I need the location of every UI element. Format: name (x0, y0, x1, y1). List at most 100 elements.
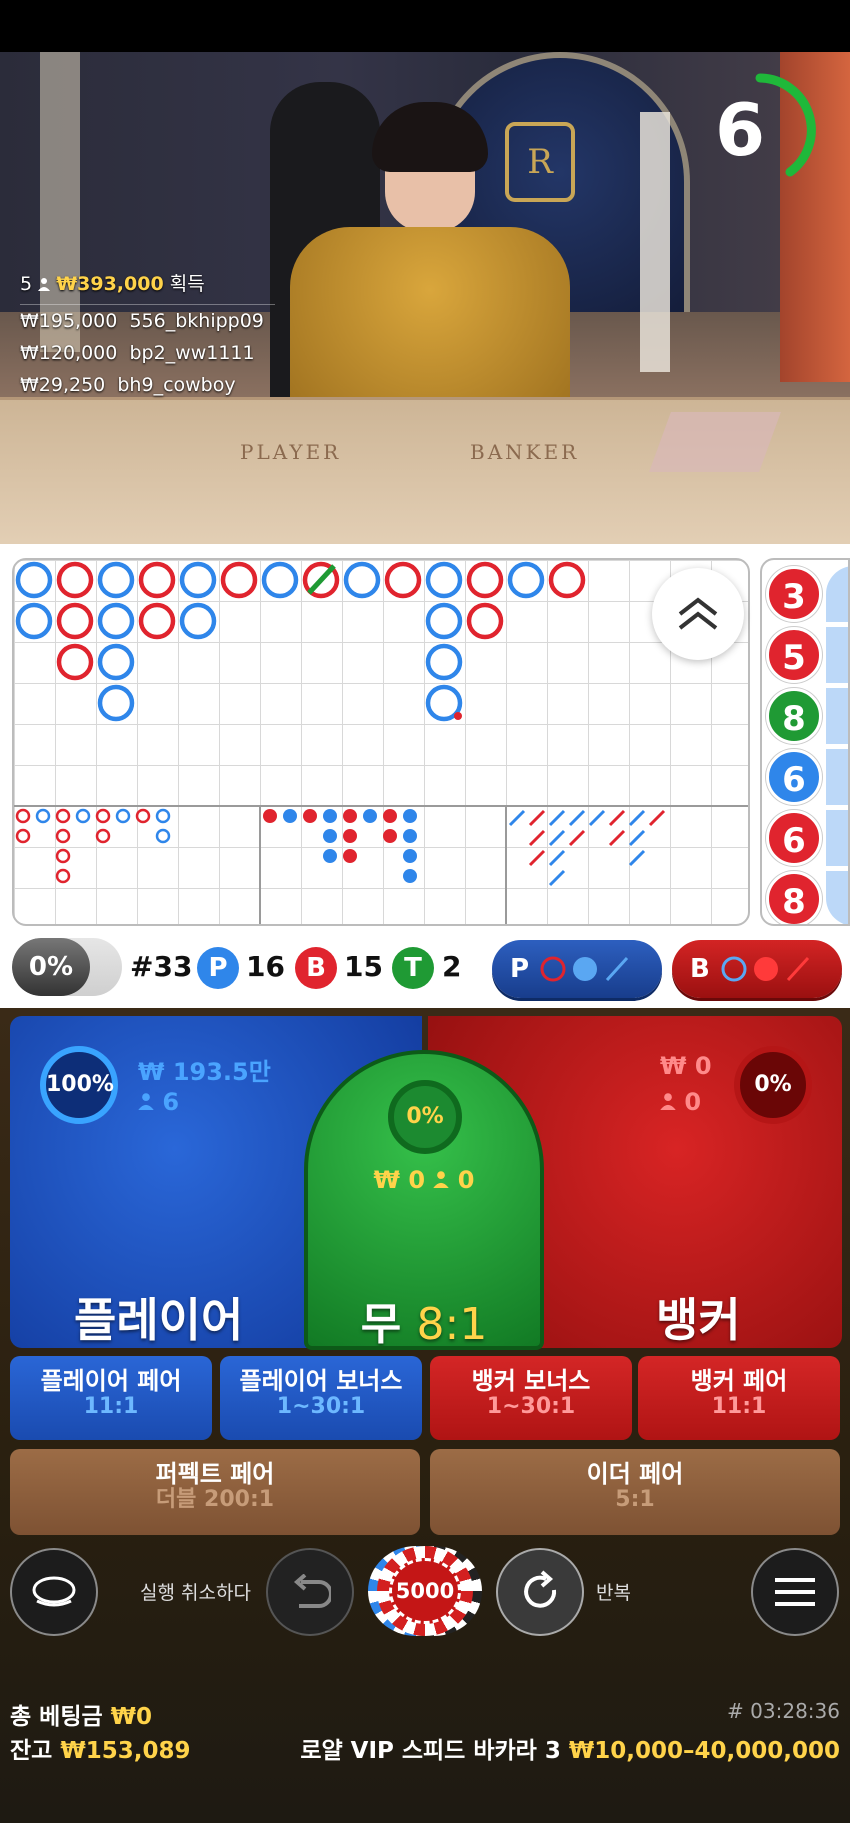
winner-user: 556_bkhipp09 (129, 310, 264, 332)
player-predict-button[interactable]: P (492, 940, 662, 998)
tie-label: 무 (360, 1299, 402, 1350)
banker-count-badge: B (295, 947, 337, 989)
big-road (14, 561, 748, 924)
either-pair-button[interactable]: 이더 페어 5:1 (430, 1449, 840, 1535)
result-ball: 6 (766, 810, 822, 866)
banker-label: 뱅커 (656, 1293, 741, 1347)
tie-bet-info: ₩ 0 0 (308, 1166, 540, 1194)
user-icon (433, 1171, 450, 1188)
user-icon (38, 269, 51, 291)
result-history: 3 5 8 6 6 8 (760, 558, 850, 926)
player-predict-label: P (510, 954, 530, 984)
result-ball: 8 (766, 688, 822, 744)
result-ball: 6 (766, 749, 822, 805)
redo-icon (524, 1570, 557, 1608)
round-number: #33 (130, 950, 193, 983)
winners-summary: 5 ₩393,000 획득 (20, 268, 280, 300)
repeat-label: 반복 (596, 1582, 631, 1604)
chip-value: 5000 (389, 1558, 461, 1624)
baccarat-screen: { "video": { "timer": "6", "winners_coun… (0, 0, 850, 1823)
winner-amount: ₩120,000 (20, 342, 118, 364)
chip-selector[interactable]: 5000 (368, 1546, 484, 1636)
user-icon (138, 1093, 154, 1110)
winners-total: ₩393,000 (56, 273, 164, 295)
player-label: 플레이어 (74, 1293, 244, 1347)
table-limits: ₩10,000–40,000,000 (568, 1738, 840, 1764)
winner-row: ₩120,000 bp2_ww1111 (20, 337, 280, 369)
table-player-text: PLAYER (240, 440, 342, 464)
player-bet-amount: ₩ 193.5만 (138, 1058, 271, 1086)
total-bet-value: ₩0 (110, 1704, 153, 1730)
banker-pair-odds: 11:1 (711, 1394, 767, 1419)
player-pair-label: 플레이어 페어 (40, 1367, 182, 1395)
countdown-timer: 6 (710, 60, 850, 200)
undo-icon (293, 1574, 331, 1608)
perfect-pair-button[interactable]: 퍼펙트 페어 더블 200:1 (10, 1449, 420, 1535)
banker-count: 15 (344, 950, 383, 983)
banker-bonus-odds: 1~30:1 (486, 1394, 576, 1419)
countdown-number: 6 (714, 88, 766, 172)
scoreboard-grid[interactable] (12, 558, 750, 926)
total-bet-label: 총 베팅금 (10, 1704, 103, 1730)
menu-button[interactable] (751, 1548, 839, 1636)
predict-symbols (721, 956, 809, 982)
result-ball: 3 (766, 566, 822, 622)
banker-predict-label: B (690, 954, 710, 984)
tie-bet-amount: ₩ 0 (373, 1166, 426, 1194)
game-id: # 03:28:36 (727, 1699, 840, 1723)
table-name: 로얄 VIP 스피드 바카라 3 (300, 1738, 561, 1764)
tie-bet-pct: 0% (388, 1080, 462, 1154)
player-bet-pct: 100% (40, 1046, 118, 1124)
undo-button[interactable] (266, 1548, 354, 1636)
balance-value: ₩153,089 (60, 1738, 191, 1764)
perfect-pair-odds: 더블 200:1 (155, 1487, 275, 1512)
tie-odds: 8:1 (416, 1299, 488, 1350)
player-pair-odds: 11:1 (83, 1394, 139, 1419)
tie-label-row: 무 8:1 (308, 1288, 540, 1350)
either-pair-odds: 5:1 (615, 1487, 655, 1512)
player-bet-users: 6 (138, 1088, 179, 1116)
player-count-badge: P (197, 947, 239, 989)
winner-row: ₩195,000 556_bkhipp09 (20, 305, 280, 337)
banker-bonus-label: 뱅커 보너스 (471, 1367, 591, 1395)
bet-percentage-toggle[interactable]: 0% (12, 938, 122, 996)
chevrons-up-icon (678, 597, 718, 630)
predict-symbols (540, 956, 629, 982)
tie-count-badge: T (392, 947, 434, 989)
table-banker-text: BANKER (470, 440, 580, 464)
total-bet: 총 베팅금 ₩0 (10, 1697, 152, 1731)
user-icon (660, 1093, 676, 1110)
banker-bet-pct: 0% (734, 1046, 812, 1124)
winner-user: bh9_cowboy (117, 374, 236, 396)
expand-roads-button[interactable] (652, 568, 744, 660)
player-count: 16 (246, 950, 285, 983)
banker-users-count: 0 (684, 1088, 702, 1116)
banker-predict-button[interactable]: B (672, 940, 842, 998)
winner-row: ₩29,250 bh9_cowboy (20, 369, 280, 401)
repeat-button[interactable] (496, 1548, 584, 1636)
winner-amount: ₩195,000 (20, 310, 118, 332)
result-ball: 5 (766, 627, 822, 683)
tie-bet-spot[interactable]: 0% ₩ 0 0 무 8:1 (304, 1050, 544, 1350)
player-bonus-button[interactable]: 플레이어 보너스 1~30:1 (220, 1356, 422, 1440)
result-ball: 8 (766, 871, 822, 924)
perfect-pair-label: 퍼펙트 페어 (155, 1460, 275, 1488)
table-info: 로얄 VIP 스피드 바카라 3 ₩10,000–40,000,000 (300, 1731, 840, 1765)
winners-suffix: 획득 (169, 273, 205, 295)
menu-icon (775, 1578, 815, 1606)
banker-pair-button[interactable]: 뱅커 페어 11:1 (638, 1356, 840, 1440)
winner-amount: ₩29,250 (20, 374, 106, 396)
player-bonus-label: 플레이어 보너스 (239, 1367, 403, 1395)
banker-bet-amount: ₩ 0 (660, 1052, 712, 1080)
winners-list: 5 ₩393,000 획득 ₩195,000 556_bkhipp09 ₩120… (20, 268, 280, 401)
player-users-count: 6 (162, 1088, 180, 1116)
chat-button[interactable] (10, 1548, 98, 1636)
banker-bet-users: 0 (660, 1088, 701, 1116)
tie-count: 2 (442, 950, 462, 983)
player-bonus-odds: 1~30:1 (276, 1394, 366, 1419)
tie-users-count: 0 (457, 1166, 475, 1194)
player-pair-button[interactable]: 플레이어 페어 11:1 (10, 1356, 212, 1440)
banker-bonus-button[interactable]: 뱅커 보너스 1~30:1 (430, 1356, 632, 1440)
banker-pair-label: 뱅커 페어 (690, 1367, 788, 1395)
either-pair-label: 이더 페어 (586, 1460, 684, 1488)
